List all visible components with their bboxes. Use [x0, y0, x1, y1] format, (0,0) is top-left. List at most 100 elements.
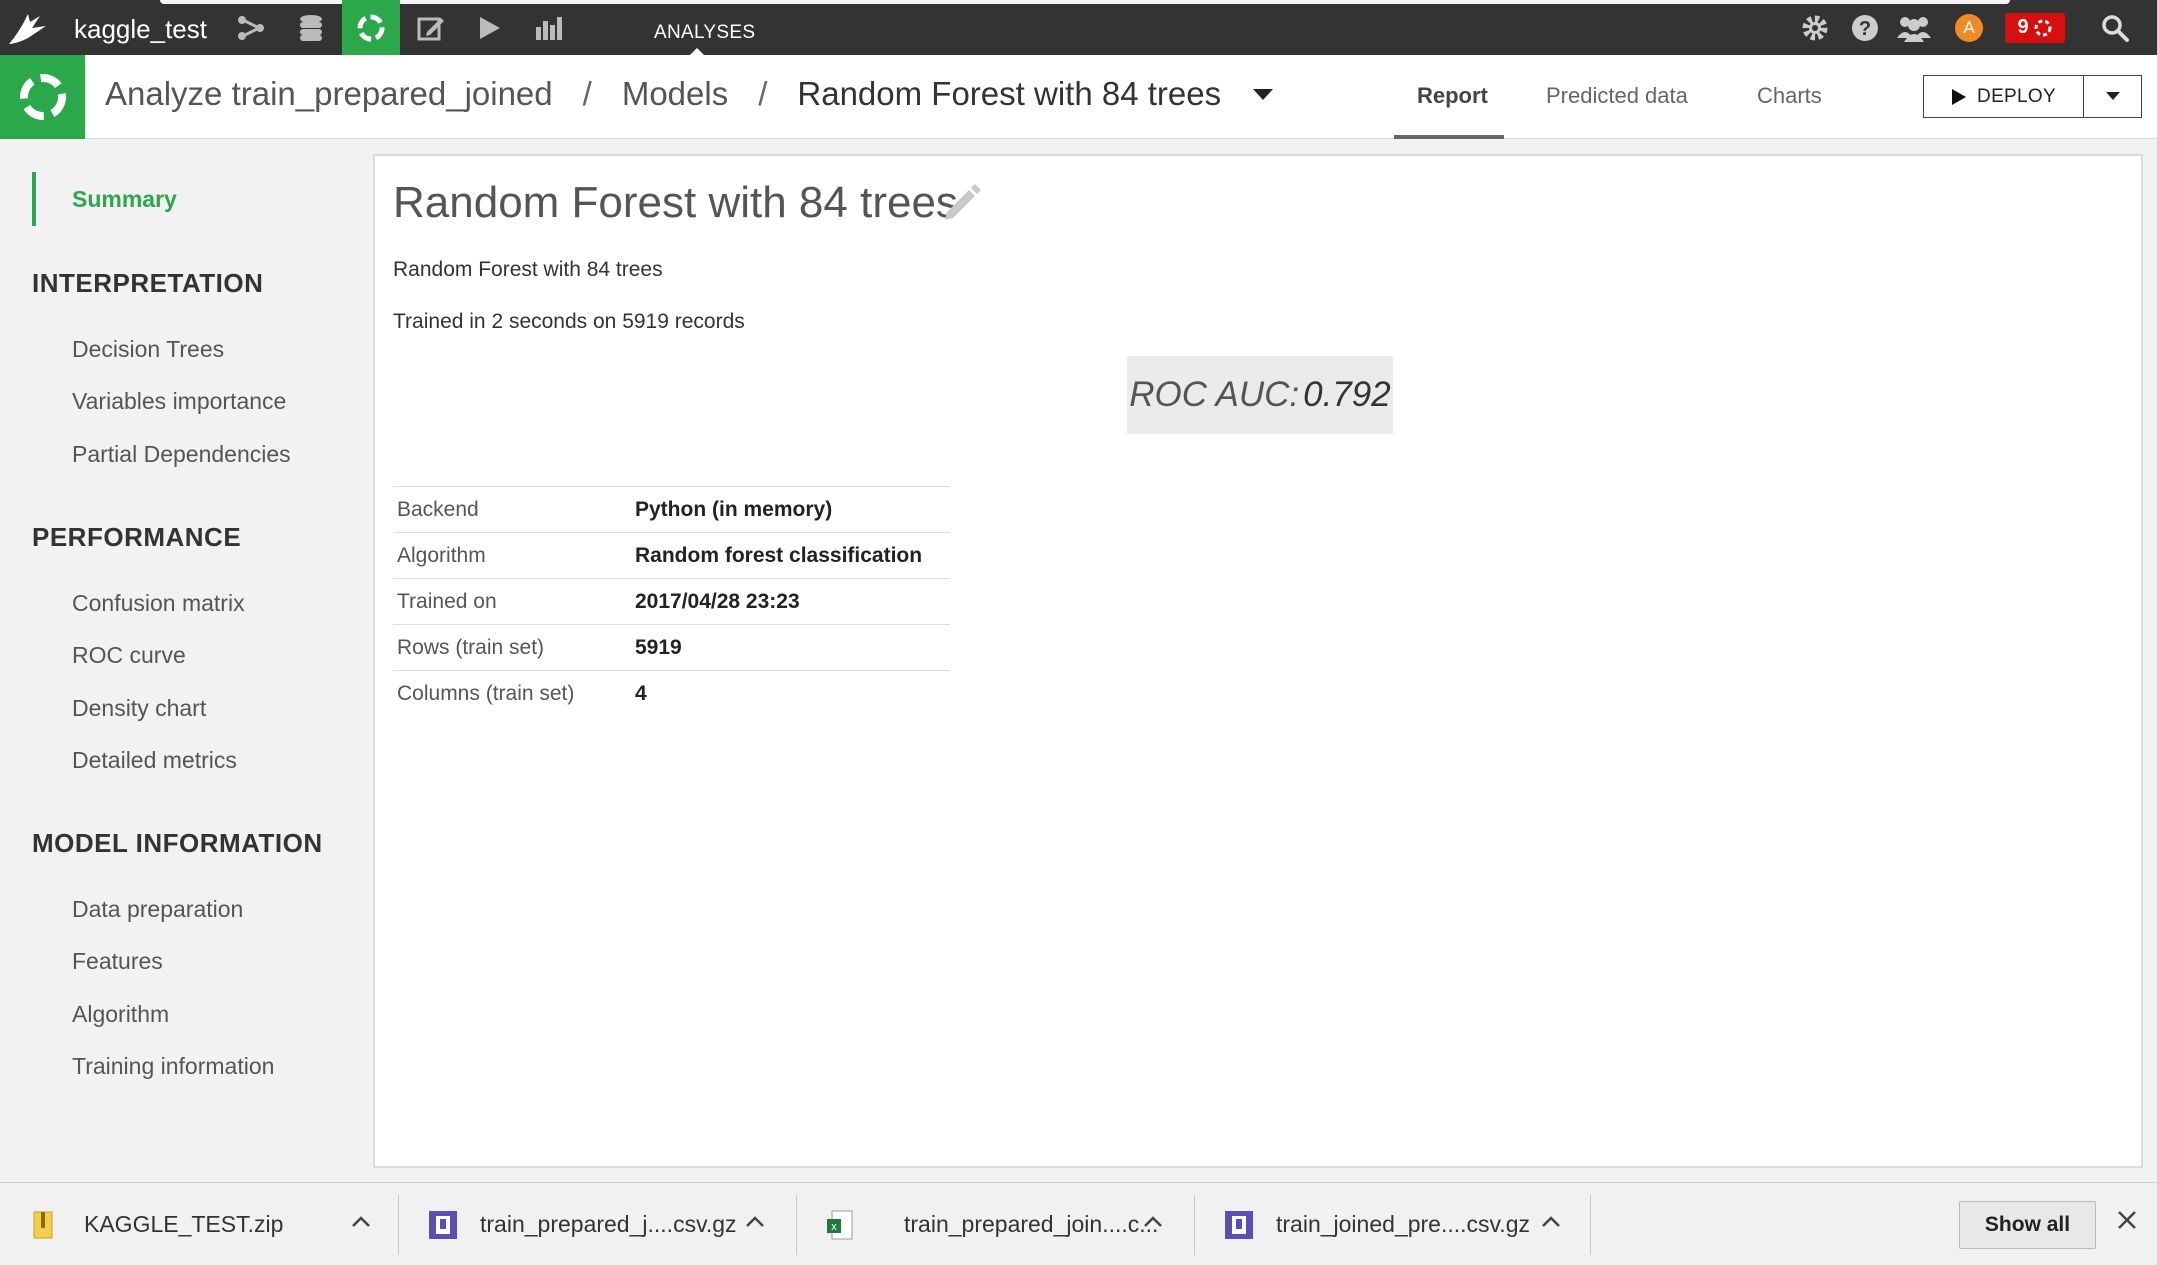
sidebar-item-confusion-matrix[interactable]: Confusion matrix: [72, 590, 245, 617]
top-nav-bar: kaggle_test ANALYSES ? A 9: [0, 0, 2157, 55]
download-divider: [796, 1195, 797, 1255]
breadcrumb-separator: /: [758, 75, 768, 112]
spinner-icon: [2034, 19, 2052, 36]
tab-report[interactable]: Report: [1417, 83, 1488, 109]
tab-charts[interactable]: Charts: [1757, 83, 1822, 109]
property-key: Rows (train set): [393, 624, 635, 671]
chevron-up-icon[interactable]: [352, 1216, 370, 1228]
notifications-badge[interactable]: 9: [2004, 0, 2066, 55]
sidebar-item-roc-curve[interactable]: ROC curve: [72, 642, 186, 669]
roc-auc-metric: ROC AUC: 0.792: [1127, 356, 1393, 434]
property-value: 4: [635, 670, 950, 717]
play-icon: [1952, 88, 1967, 105]
breadcrumb-current-model: Random Forest with 84 trees: [797, 75, 1222, 112]
people-group-icon[interactable]: [1896, 0, 1932, 55]
table-row: Trained on 2017/04/28 23:23: [393, 578, 950, 625]
sidebar-item-decision-trees[interactable]: Decision Trees: [72, 336, 224, 363]
table-row: Rows (train set) 5919: [393, 624, 950, 671]
sidebar-item-algorithm[interactable]: Algorithm: [72, 1001, 169, 1028]
report-sidebar: Summary INTERPRETATION Decision Trees Va…: [0, 140, 373, 1180]
current-section-label: ANALYSES: [654, 22, 756, 43]
breadcrumb-analysis-link[interactable]: Analyze train_prepared_joined: [105, 75, 553, 113]
active-item-indicator: [32, 172, 36, 226]
metric-label: ROC AUC:: [1129, 375, 1300, 414]
download-item[interactable]: train_prepared_j....csv.gz: [428, 1183, 778, 1265]
help-icon[interactable]: ?: [1848, 0, 1882, 55]
dashboards-chart-icon[interactable]: [520, 0, 578, 55]
table-row: Columns (train set) 4: [393, 670, 950, 717]
sidebar-item-summary[interactable]: Summary: [72, 186, 177, 213]
breadcrumb-separator: /: [582, 75, 592, 112]
breadcrumb-models-link[interactable]: Models: [622, 75, 728, 113]
property-key: Algorithm: [393, 532, 635, 579]
sidebar-heading-model-information: MODEL INFORMATION: [32, 828, 323, 858]
search-icon[interactable]: [2098, 0, 2132, 55]
analysis-lab-icon: [0, 55, 85, 139]
download-filename: KAGGLE_TEST.zip: [84, 1211, 284, 1237]
analyses-lab-icon[interactable]: [342, 0, 400, 55]
chevron-up-icon[interactable]: [1144, 1216, 1162, 1228]
model-switcher-caret-icon[interactable]: [1253, 88, 1274, 100]
download-item[interactable]: train_joined_pre....csv.gz: [1224, 1183, 1574, 1265]
show-all-downloads-button[interactable]: Show all: [1959, 1201, 2096, 1249]
property-key: Trained on: [393, 578, 635, 625]
user-avatar[interactable]: A: [1952, 0, 1986, 55]
chevron-down-icon: [2105, 92, 2120, 100]
dataiku-logo-icon[interactable]: [6, 12, 48, 46]
model-properties-table: Backend Python (in memory) Algorithm Ran…: [393, 486, 950, 717]
download-filename: train_prepared_join....c...: [904, 1211, 1159, 1237]
chevron-up-icon[interactable]: [746, 1216, 764, 1228]
sidebar-item-features[interactable]: Features: [72, 948, 163, 975]
settings-gear-icon[interactable]: [1798, 0, 1832, 55]
downloads-bar: KAGGLE_TEST.zip train_prepared_j....csv.…: [0, 1182, 2157, 1265]
download-filename: train_prepared_j....csv.gz: [480, 1211, 737, 1237]
close-icon[interactable]: [2116, 1209, 2138, 1231]
sidebar-item-training-information[interactable]: Training information: [72, 1053, 274, 1080]
chevron-up-icon[interactable]: [1542, 1216, 1560, 1228]
model-title: Random Forest with 84 trees: [393, 178, 958, 227]
jobs-play-icon[interactable]: [460, 0, 518, 55]
excel-file-icon: x: [827, 1210, 853, 1239]
model-header: Analyze train_prepared_joined / Models /…: [0, 55, 2157, 139]
sidebar-item-density-chart[interactable]: Density chart: [72, 695, 206, 722]
sidebar-item-variables-importance[interactable]: Variables importance: [72, 388, 286, 415]
deploy-button[interactable]: DEPLOY: [1924, 76, 2084, 117]
property-value: Python (in memory): [635, 486, 950, 533]
metric-value: 0.792: [1303, 375, 1391, 414]
download-divider: [1194, 1195, 1195, 1255]
deploy-dropdown-button[interactable]: [2084, 76, 2141, 117]
flow-icon[interactable]: [222, 0, 280, 55]
property-key: Backend: [393, 486, 635, 533]
tab-predicted-data[interactable]: Predicted data: [1546, 83, 1688, 109]
section-indicator-caret: [690, 48, 704, 55]
sidebar-item-data-preparation[interactable]: Data preparation: [72, 896, 243, 923]
datasets-icon[interactable]: [282, 0, 340, 55]
sidebar-heading-performance: PERFORMANCE: [32, 522, 242, 552]
sidebar-item-partial-dependencies[interactable]: Partial Dependencies: [72, 441, 291, 468]
sidebar-item-detailed-metrics[interactable]: Detailed metrics: [72, 747, 237, 774]
project-name[interactable]: kaggle_test: [74, 14, 207, 45]
property-value: 5919: [635, 624, 950, 671]
download-filename: train_joined_pre....csv.gz: [1276, 1211, 1530, 1237]
notebook-edit-icon[interactable]: [402, 0, 460, 55]
svg-text:x: x: [831, 1221, 837, 1233]
property-key: Columns (train set): [393, 670, 635, 717]
gz-file-icon: [1225, 1210, 1253, 1239]
active-tab-underline: [1394, 135, 1504, 139]
svg-text:?: ?: [1859, 18, 1871, 40]
edit-pencil-icon[interactable]: [941, 182, 983, 229]
download-divider: [398, 1195, 399, 1255]
zip-file-icon: [33, 1211, 53, 1238]
summary-panel: Random Forest with 84 trees Random Fores…: [373, 154, 2143, 1168]
download-item[interactable]: x train_prepared_join....c...: [826, 1183, 1176, 1265]
property-value: 2017/04/28 23:23: [635, 578, 950, 625]
sidebar-heading-interpretation: INTERPRETATION: [32, 268, 264, 298]
notification-count: 9: [2017, 16, 2029, 38]
training-summary: Trained in 2 seconds on 5919 records: [393, 310, 745, 333]
download-divider: [1590, 1195, 1591, 1255]
model-description: Random Forest with 84 trees: [393, 258, 663, 281]
deploy-button-group: DEPLOY: [1923, 75, 2142, 118]
download-item[interactable]: KAGGLE_TEST.zip: [32, 1183, 382, 1265]
table-row: Backend Python (in memory): [393, 486, 950, 533]
gz-file-icon: [429, 1210, 457, 1239]
